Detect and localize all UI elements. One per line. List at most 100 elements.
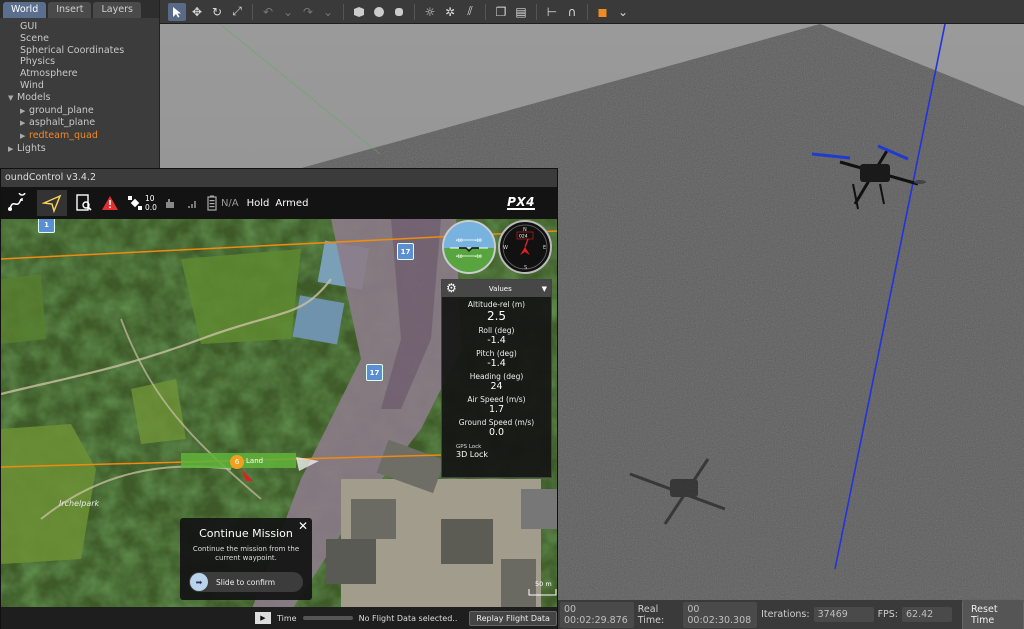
slider-arrow-icon[interactable]: ➡ — [190, 573, 208, 591]
point-light-icon[interactable]: ☼ — [421, 3, 439, 21]
tree-item-ground-plane[interactable]: ▶ ground_plane — [8, 105, 159, 118]
copy-icon[interactable]: ❐ — [492, 3, 510, 21]
window-title: oundControl v3.4.2 — [1, 169, 557, 187]
rotate-mode-icon[interactable]: ↻ — [208, 3, 226, 21]
waypoint-marker[interactable]: 17 — [366, 364, 383, 381]
gear-icon[interactable]: ⚙ — [446, 282, 459, 295]
box-shape-icon[interactable] — [350, 3, 368, 21]
attitude-indicator[interactable]: -10 -10 -10 -10 — [442, 220, 496, 274]
tree-item-asphalt-plane[interactable]: ▶ asphalt_plane — [8, 117, 159, 130]
svg-text:-10: -10 — [475, 238, 482, 243]
gps-stats: 10 0.0 — [145, 194, 157, 212]
play-icon[interactable]: ▶ — [255, 612, 271, 624]
expand-down-icon[interactable]: ▼ — [8, 93, 17, 105]
chevron-down-icon[interactable]: ▼ — [542, 285, 547, 293]
gps-satellite-count: 10 — [145, 194, 155, 203]
expand-right-icon[interactable]: ▶ — [20, 131, 29, 143]
battery-value: N/A — [220, 197, 239, 209]
svg-text:S: S — [524, 265, 527, 271]
close-icon[interactable]: ✕ — [298, 519, 308, 533]
waypoint-marker[interactable]: 17 — [397, 243, 414, 260]
value-label: Air Speed (m/s) — [467, 395, 526, 404]
tree-item-models-label: Models — [17, 91, 51, 103]
waypoint-marker[interactable]: 1 — [38, 219, 55, 233]
expand-right-icon[interactable]: ▶ — [20, 106, 29, 118]
tree-item-physics[interactable]: Physics — [8, 56, 159, 68]
value-row: Pitch (deg) -1.4 — [442, 349, 551, 369]
expand-right-icon[interactable]: ▶ — [20, 118, 29, 130]
time-slider[interactable] — [302, 616, 353, 620]
tab-layers[interactable]: Layers — [93, 2, 141, 18]
tree-item-scene[interactable]: Scene — [8, 33, 159, 45]
fly-view-icon[interactable] — [37, 190, 67, 216]
land-waypoint-marker[interactable]: 6 — [230, 455, 244, 469]
value-row: Heading (deg) 24 — [442, 372, 551, 392]
tree-item-gui[interactable]: GUI — [8, 21, 159, 33]
view-angle-dropdown-icon[interactable]: ⌄ — [614, 3, 632, 21]
replay-status: No Flight Data selected.. — [358, 613, 458, 623]
tab-world[interactable]: World — [3, 2, 47, 18]
svg-text:-10: -10 — [456, 254, 463, 259]
gps-satellite-icon[interactable] — [127, 190, 143, 216]
qgroundcontrol-window: oundControl v3.4.2 10 0.0 N/A Hold Armed… — [0, 168, 558, 629]
px4-logo: PX4 — [507, 195, 535, 210]
value-label: Roll (deg) — [478, 326, 515, 335]
snap-icon[interactable]: ∩ — [563, 3, 581, 21]
tree-item-spherical-coordinates[interactable]: Spherical Coordinates — [8, 45, 159, 57]
gazebo-toolbar: ✥ ↻ ⤢ ↶ ⌄ ↷ ⌄ ☼ ✲ ⫽ ❐ ▤ ⊢ ∩ ⌄ — [160, 0, 1024, 24]
toolbar-separator — [343, 3, 344, 20]
arm-status[interactable]: Armed — [275, 198, 308, 209]
expand-right-icon[interactable]: ▶ — [8, 144, 17, 156]
value-number: -1.4 — [487, 358, 506, 369]
plan-view-icon[interactable] — [7, 190, 29, 216]
scale-mode-icon[interactable]: ⤢ — [228, 3, 246, 21]
model-label: ground_plane — [29, 104, 94, 116]
cylinder-shape-icon[interactable] — [390, 3, 408, 21]
telemetry-rssi-icon[interactable] — [165, 190, 179, 216]
spot-light-icon[interactable]: ✲ — [441, 3, 459, 21]
tab-insert[interactable]: Insert — [48, 2, 92, 18]
replay-flight-data-button[interactable]: Replay Flight Data — [469, 610, 557, 626]
analyze-view-icon[interactable] — [75, 190, 93, 216]
directional-light-icon[interactable]: ⫽ — [461, 3, 479, 21]
qgc-toolbar: 10 0.0 N/A Hold Armed PX4 — [1, 187, 557, 219]
select-mode-icon[interactable] — [168, 2, 186, 21]
value-label: Pitch (deg) — [476, 349, 517, 358]
dialog-title: Continue Mission — [199, 527, 293, 540]
value-row: Air Speed (m/s) 1.7 — [442, 395, 551, 415]
gazebo-tabs: World Insert Layers — [0, 0, 159, 18]
paste-icon[interactable]: ▤ — [512, 3, 530, 21]
redo-dropdown-icon[interactable]: ⌄ — [319, 3, 337, 21]
sim-time-value: 00 00:02:29.876 — [560, 601, 634, 628]
continue-mission-dialog: ✕ Continue Mission Continue the mission … — [180, 518, 312, 600]
compass-indicator[interactable]: N E S W 024 — [498, 220, 552, 274]
land-label: Land — [246, 457, 264, 465]
time-label: Time — [277, 613, 297, 623]
redo-icon[interactable]: ↷ — [299, 3, 317, 21]
tree-item-atmosphere[interactable]: Atmosphere — [8, 68, 159, 80]
sphere-shape-icon[interactable] — [370, 3, 388, 21]
undo-dropdown-icon[interactable]: ⌄ — [279, 3, 297, 21]
real-time-value: 00 00:02:30.308 — [683, 601, 758, 628]
value-row: Altitude-rel (m) 2.5 — [442, 300, 551, 323]
flight-mode-selector[interactable]: Hold — [247, 198, 270, 209]
value-label: Altitude-rel (m) — [467, 300, 526, 309]
translate-mode-icon[interactable]: ✥ — [188, 3, 206, 21]
rc-rssi-icon[interactable] — [187, 190, 199, 216]
battery-icon[interactable] — [207, 190, 217, 216]
align-icon[interactable]: ⊢ — [543, 3, 561, 21]
toolbar-separator — [587, 3, 588, 20]
undo-icon[interactable]: ↶ — [259, 3, 277, 21]
warning-icon[interactable] — [101, 190, 119, 216]
tree-item-models[interactable]: ▼ Models — [8, 92, 159, 105]
tree-item-wind[interactable]: Wind — [8, 80, 159, 92]
tree-item-redteam-quad[interactable]: ▶ redteam_quad — [8, 130, 159, 143]
view-angle-icon[interactable] — [594, 3, 612, 21]
world-tree: GUI Scene Spherical Coordinates Physics … — [0, 18, 159, 156]
iterations-value: 37469 — [813, 607, 874, 622]
value-number: 24 — [490, 381, 503, 392]
tree-item-lights[interactable]: ▶ Lights — [8, 143, 159, 156]
reset-time-button[interactable]: Reset Time — [962, 598, 1024, 629]
slide-to-confirm-slider[interactable]: ➡ Slide to confirm — [189, 572, 303, 592]
dialog-description: Continue the mission from the current wa… — [192, 545, 300, 562]
